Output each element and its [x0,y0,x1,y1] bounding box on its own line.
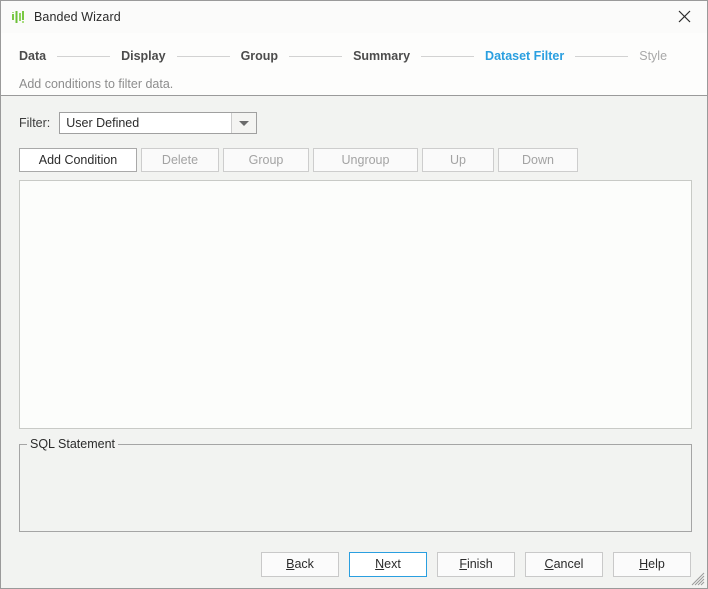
bar-chart-icon [10,9,26,25]
filter-selected-value: User Defined [60,116,231,130]
move-down-button: Down [498,148,578,172]
step-group[interactable]: Group [241,49,279,63]
back-button[interactable]: Back [261,552,339,577]
step-connector [57,56,110,57]
step-connector [421,56,474,57]
resize-grip[interactable] [691,572,705,586]
back-label-rest: ack [294,557,313,571]
next-mnemonic: N [375,557,384,571]
finish-button[interactable]: Finish [437,552,515,577]
step-display[interactable]: Display [121,49,165,63]
next-label-rest: ext [384,557,401,571]
dialog-footer: Back Next Finish Cancel Help [1,540,707,588]
chevron-down-glyph [239,121,249,126]
filter-label: Filter: [19,116,50,130]
step-dataset-filter[interactable]: Dataset Filter [485,49,564,63]
filter-select[interactable]: User Defined [59,112,257,134]
step-connector [289,56,342,57]
wizard-steps: Data Display Group Summary Dataset Filte… [1,33,707,67]
step-connector [177,56,230,57]
step-style: Style [639,49,667,63]
title-bar: Banded Wizard [1,1,707,33]
sql-statement-group: SQL Statement [19,444,692,532]
step-summary[interactable]: Summary [353,49,410,63]
cancel-label-rest: ancel [554,557,584,571]
window-title: Banded Wizard [34,10,121,24]
close-icon[interactable] [662,1,707,32]
help-mnemonic: H [639,557,648,571]
page-subtitle: Add conditions to filter data. [1,67,707,91]
back-mnemonic: B [286,557,294,571]
add-condition-button[interactable]: Add Condition [19,148,137,172]
sql-statement-legend: SQL Statement [27,437,118,451]
cancel-button[interactable]: Cancel [525,552,603,577]
finish-mnemonic: F [459,557,467,571]
step-connector [575,56,628,57]
condition-toolbar: Add Condition Delete Group Ungroup Up Do… [1,134,707,172]
next-button[interactable]: Next [349,552,427,577]
filter-row: Filter: User Defined [1,96,707,134]
step-data[interactable]: Data [19,49,46,63]
chevron-down-icon[interactable] [231,113,256,133]
condition-list[interactable] [19,180,692,429]
finish-label-rest: inish [467,557,493,571]
group-button: Group [223,148,309,172]
wizard-body: Filter: User Defined Add Condition Delet… [1,96,707,540]
banded-wizard-dialog: Banded Wizard Data Display Group Summary… [0,0,708,589]
ungroup-button: Ungroup [313,148,418,172]
help-button[interactable]: Help [613,552,691,577]
help-label-rest: elp [648,557,665,571]
cancel-mnemonic: C [545,557,554,571]
move-up-button: Up [422,148,494,172]
delete-button: Delete [141,148,219,172]
wizard-header: Data Display Group Summary Dataset Filte… [1,33,707,96]
